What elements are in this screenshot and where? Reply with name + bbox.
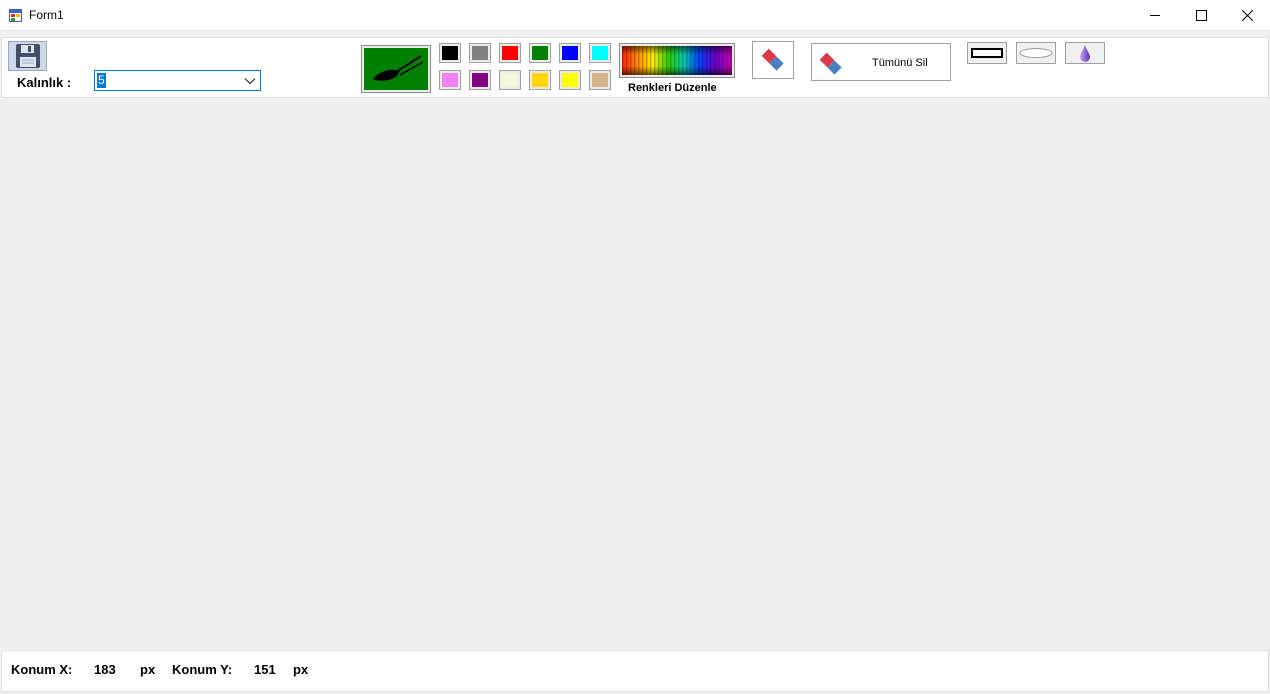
clear-all-label: Tümünü Sil bbox=[872, 57, 928, 69]
swatch-fill bbox=[502, 46, 518, 60]
save-button[interactable] bbox=[8, 41, 47, 71]
swatch-fill bbox=[472, 73, 488, 87]
maximize-button[interactable] bbox=[1178, 0, 1224, 31]
thickness-label: Kalınlık : bbox=[17, 75, 72, 90]
swatch-fill bbox=[592, 46, 608, 60]
edit-colors-label: Renkleri Düzenle bbox=[628, 82, 717, 94]
close-icon bbox=[1241, 10, 1253, 21]
ellipse-icon bbox=[1019, 48, 1053, 58]
swatch-fill bbox=[532, 73, 548, 87]
thickness-value: 5 bbox=[97, 73, 106, 88]
fill-tool-button[interactable] bbox=[1065, 42, 1105, 64]
color-swatch-cyan[interactable] bbox=[589, 43, 611, 63]
swatch-fill bbox=[532, 46, 548, 60]
eraser-button[interactable] bbox=[752, 41, 794, 79]
color-spectrum-image bbox=[622, 46, 732, 75]
floppy-disk-icon bbox=[15, 44, 40, 68]
close-button[interactable] bbox=[1224, 0, 1270, 31]
clear-all-button[interactable]: Tümünü Sil bbox=[811, 43, 951, 81]
swatch-fill bbox=[442, 46, 458, 60]
position-x-value: 183 bbox=[94, 662, 116, 677]
color-swatch-green[interactable] bbox=[529, 43, 551, 63]
drop-icon bbox=[1080, 45, 1090, 62]
color-swatch-violet[interactable] bbox=[439, 70, 461, 90]
brush-color-button[interactable] bbox=[361, 45, 431, 93]
swatch-fill bbox=[562, 73, 578, 87]
toolbar-panel: Kalınlık : 5 Renkleri Düzenle Tümünü Sil bbox=[1, 37, 1269, 98]
position-x-unit: px bbox=[140, 662, 156, 677]
chevron-down-icon bbox=[244, 78, 256, 85]
ellipse-tool-button[interactable] bbox=[1016, 42, 1056, 64]
color-swatch-red[interactable] bbox=[499, 43, 521, 63]
position-y-label: Konum Y: bbox=[172, 662, 233, 677]
eraser-icon bbox=[761, 48, 784, 71]
eraser-icon bbox=[819, 52, 842, 75]
color-swatch-beige[interactable] bbox=[499, 70, 521, 90]
swatch-fill bbox=[502, 73, 518, 87]
color-swatch-black[interactable] bbox=[439, 43, 461, 63]
paintbrush-icon bbox=[373, 55, 424, 81]
position-y-value: 151 bbox=[254, 662, 276, 677]
window-title: Form1 bbox=[29, 8, 64, 22]
thickness-select[interactable]: 5 bbox=[94, 70, 261, 91]
status-panel: Konum X: 183 px Konum Y: 151 px bbox=[1, 650, 1269, 692]
swatch-fill bbox=[592, 73, 608, 87]
color-swatch-yellow[interactable] bbox=[559, 70, 581, 90]
minimize-icon bbox=[1149, 15, 1160, 16]
swatch-fill bbox=[472, 46, 488, 60]
color-swatch-tan[interactable] bbox=[589, 70, 611, 90]
position-y-unit: px bbox=[293, 662, 309, 677]
drawing-canvas[interactable] bbox=[0, 98, 1270, 647]
minimize-button[interactable] bbox=[1132, 0, 1178, 31]
rectangle-icon bbox=[971, 48, 1003, 58]
position-x-label: Konum X: bbox=[11, 662, 73, 677]
swatch-fill bbox=[442, 73, 458, 87]
brush-color-preview bbox=[364, 48, 428, 90]
app-icon bbox=[9, 9, 22, 22]
title-bar: Form1 bbox=[0, 0, 1270, 31]
color-swatch-gray[interactable] bbox=[469, 43, 491, 63]
maximize-icon bbox=[1195, 10, 1207, 21]
swatch-fill bbox=[562, 46, 578, 60]
app-window: Form1 Kalınlık : 5 Renkleri Düzenle Tümü… bbox=[0, 0, 1270, 694]
color-swatch-blue[interactable] bbox=[559, 43, 581, 63]
edit-colors-button[interactable] bbox=[619, 43, 735, 78]
color-swatch-gold[interactable] bbox=[529, 70, 551, 90]
rectangle-tool-button[interactable] bbox=[967, 42, 1007, 64]
color-swatch-purple[interactable] bbox=[469, 70, 491, 90]
